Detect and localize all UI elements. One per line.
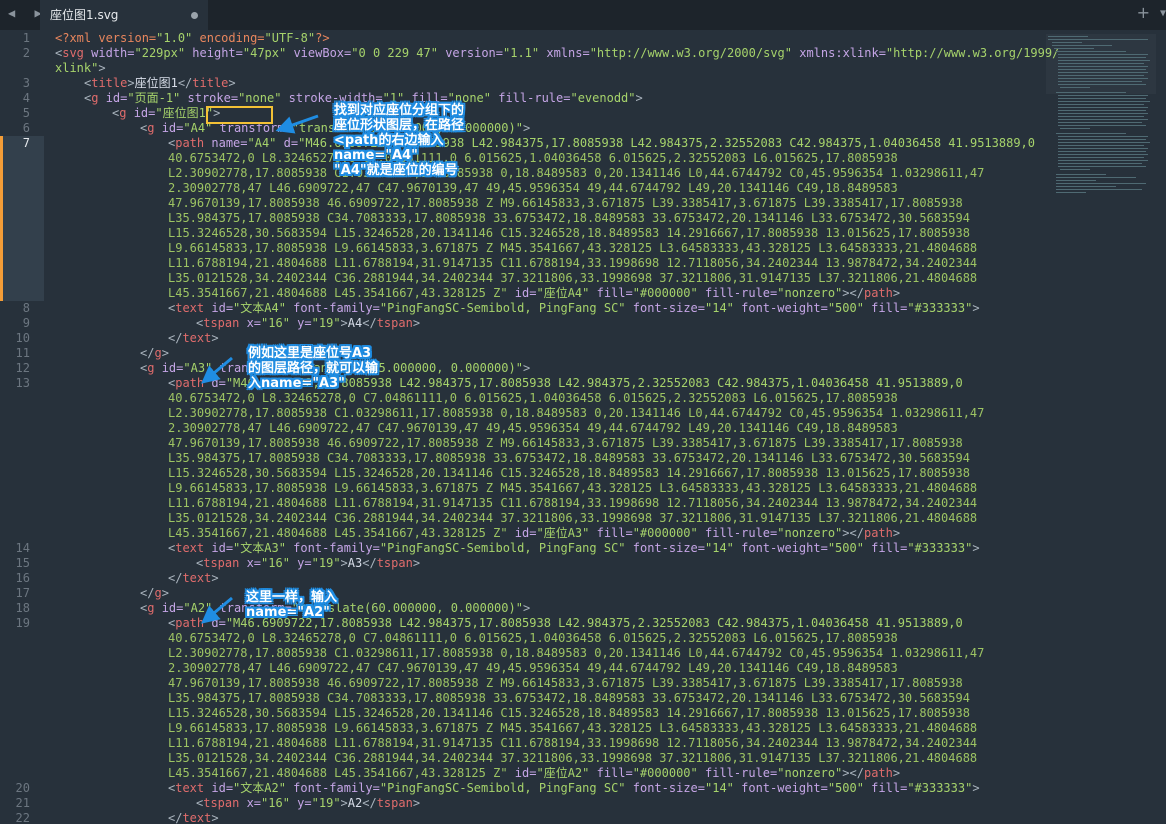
path-end-line: L45.3541667,21.4804688 L45.3541667,43.32… bbox=[168, 766, 901, 780]
path-data-line: 2.30902778,47 L46.6909722,47 C47.9670139… bbox=[168, 181, 898, 195]
path-data-line: L11.6788194,21.4804688 L11.6788194,31.91… bbox=[168, 736, 978, 750]
minimap[interactable] bbox=[1046, 34, 1156, 214]
line-number: 4 bbox=[22, 91, 30, 105]
annotation-a4: 找到对应座位分组下的 座位形状图层，在路径 <path的右边输入 name="A… bbox=[334, 103, 465, 178]
path-data-line: 40.6753472,0 L8.32465278,0 C7.04861111,0… bbox=[168, 391, 898, 405]
code-line-8: <text id="文本A4" font-family="PingFangSC-… bbox=[168, 301, 980, 315]
tab-seat-map-svg[interactable]: 座位图1.svg bbox=[40, 0, 208, 30]
line-number: 13 bbox=[15, 376, 30, 390]
path-data-line: 47.9670139,17.8085938 46.6909722,17.8085… bbox=[168, 196, 963, 210]
annotation-a3: 例如这里是座位号A3 的图层路径，就可以输 入name="A3" bbox=[248, 346, 379, 391]
line-number: 18 bbox=[15, 601, 30, 615]
code-line-16: </text> bbox=[168, 571, 219, 585]
code-line-1: <?xml version="1.0" encoding="UTF-8"?> bbox=[55, 31, 330, 45]
code-line-17: </g> bbox=[140, 586, 169, 600]
code-line-2-wrap: xlink"> bbox=[55, 61, 106, 75]
code-line-2: <svg width="229px" height="47px" viewBox… bbox=[55, 46, 1060, 60]
path-data-line: 2.30902778,47 L46.6909722,47 C47.9670139… bbox=[168, 421, 898, 435]
line-number: 11 bbox=[15, 346, 30, 360]
code-line-3: <title>座位图1</title> bbox=[84, 76, 236, 90]
line-number: 10 bbox=[15, 331, 30, 345]
line-number: 12 bbox=[15, 361, 30, 375]
minimap-viewport[interactable] bbox=[1046, 34, 1156, 94]
line-number-current: 7 bbox=[22, 136, 30, 150]
path-end-line: L45.3541667,21.4804688 L45.3541667,43.32… bbox=[168, 526, 901, 540]
tab-title: 座位图1.svg bbox=[50, 8, 119, 22]
line-number: 20 bbox=[15, 781, 30, 795]
path-data-line: L2.30902778,17.8085938 C1.03298611,17.80… bbox=[168, 646, 985, 660]
path-data-line: L35.0121528,34.2402344 C36.2881944,34.24… bbox=[168, 511, 978, 525]
line-number: 16 bbox=[15, 571, 30, 585]
line-number: 3 bbox=[22, 76, 30, 90]
path-data-line: 2.30902778,47 L46.6909722,47 C47.9670139… bbox=[168, 661, 898, 675]
code-line-9: <tspan x="16" y="19">A4</tspan> bbox=[196, 316, 421, 330]
annotation-a2: 这里一样，输入 name="A2" bbox=[246, 590, 338, 620]
path-data-line: L35.984375,17.8085938 C34.7083333,17.808… bbox=[168, 211, 970, 225]
path-end-line: L45.3541667,21.4804688 L45.3541667,43.32… bbox=[168, 286, 901, 300]
path-data-line: L2.30902778,17.8085938 C1.03298611,17.80… bbox=[168, 166, 985, 180]
unsaved-dot-icon[interactable] bbox=[191, 12, 198, 19]
path-data-line: L11.6788194,21.4804688 L11.6788194,31.91… bbox=[168, 496, 978, 510]
line-number: 22 bbox=[15, 811, 30, 824]
path-data-line: L35.0121528,34.2402344 C36.2881944,34.24… bbox=[168, 271, 978, 285]
line-number: 1 bbox=[22, 31, 30, 45]
path-data-line: L2.30902778,17.8085938 C1.03298611,17.80… bbox=[168, 406, 985, 420]
tab-bar: ◀ ▶ 座位图1.svg + ▼ bbox=[0, 0, 1166, 30]
code-line-22: </text> bbox=[168, 811, 219, 824]
code-editor[interactable]: 1 2 3 4 5 6 7 8 9 10 11 12 13 14 15 16 1… bbox=[0, 30, 1166, 824]
line-number: 2 bbox=[22, 46, 30, 60]
code-line-7: <path name="A4" d="M46.6909722,17.808593… bbox=[168, 136, 1036, 150]
path-data-line: L15.3246528,30.5683594 L15.3246528,20.13… bbox=[168, 466, 970, 480]
line-number: 19 bbox=[15, 616, 30, 630]
code-line-5: <g id="座位图1"> bbox=[112, 106, 221, 120]
code-line-11: </g> bbox=[140, 346, 169, 360]
code-line-15: <tspan x="16" y="19">A3</tspan> bbox=[196, 556, 421, 570]
tab-menu-icon[interactable]: ▼ bbox=[1160, 8, 1166, 19]
path-data-line: L9.66145833,17.8085938 L9.66145833,3.671… bbox=[168, 241, 978, 255]
line-number: 5 bbox=[22, 106, 30, 120]
line-number: 8 bbox=[22, 301, 30, 315]
code-line-14: <text id="文本A3" font-family="PingFangSC-… bbox=[168, 541, 980, 555]
code-line-20: <text id="文本A2" font-family="PingFangSC-… bbox=[168, 781, 980, 795]
path-data-line: L35.984375,17.8085938 C34.7083333,17.808… bbox=[168, 451, 970, 465]
line-number: 15 bbox=[15, 556, 30, 570]
line-number: 6 bbox=[22, 121, 30, 135]
line-number: 17 bbox=[15, 586, 30, 600]
path-data-line: L11.6788194,21.4804688 L11.6788194,31.91… bbox=[168, 256, 978, 270]
path-data-line: 47.9670139,17.8085938 46.6909722,17.8085… bbox=[168, 436, 963, 450]
line-gutter: 1 2 3 4 5 6 7 8 9 10 11 12 13 14 15 16 1… bbox=[0, 30, 44, 824]
path-data-line: L35.984375,17.8085938 C34.7083333,17.808… bbox=[168, 691, 970, 705]
name-attribute-highlight-box bbox=[206, 106, 273, 124]
line-number: 21 bbox=[15, 796, 30, 810]
path-data-line: L15.3246528,30.5683594 L15.3246528,20.13… bbox=[168, 226, 970, 240]
code-line-10: </text> bbox=[168, 331, 219, 345]
new-tab-icon[interactable]: + bbox=[1137, 3, 1150, 22]
line-number: 9 bbox=[22, 316, 30, 330]
code-line-21: <tspan x="16" y="19">A2</tspan> bbox=[196, 796, 421, 810]
path-data-line: 47.9670139,17.8085938 46.6909722,17.8085… bbox=[168, 676, 963, 690]
line-number: 14 bbox=[15, 541, 30, 555]
path-data-line: 40.6753472,0 L8.32465278,0 C7.04861111,0… bbox=[168, 151, 898, 165]
path-data-line: L15.3246528,30.5683594 L15.3246528,20.13… bbox=[168, 706, 970, 720]
path-data-line: L9.66145833,17.8085938 L9.66145833,3.671… bbox=[168, 481, 978, 495]
path-data-line: L35.0121528,34.2402344 C36.2881944,34.24… bbox=[168, 751, 978, 765]
path-data-line: L9.66145833,17.8085938 L9.66145833,3.671… bbox=[168, 721, 978, 735]
path-data-line: 40.6753472,0 L8.32465278,0 C7.04861111,0… bbox=[168, 631, 898, 645]
